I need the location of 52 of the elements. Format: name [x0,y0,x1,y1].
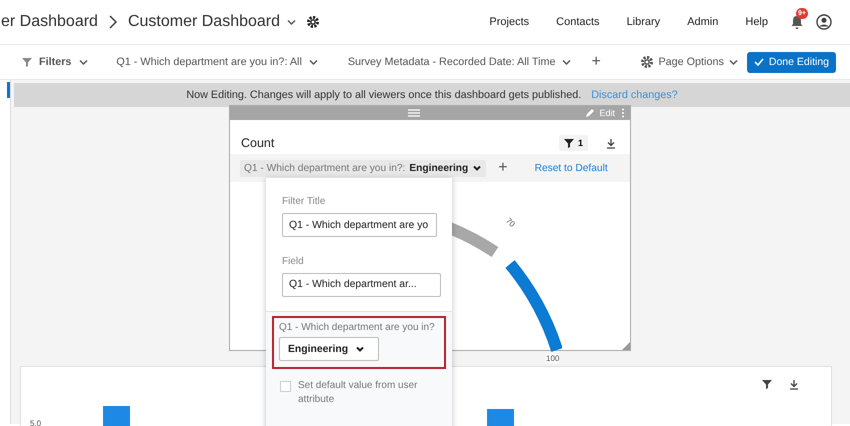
axis-label: 5.0 [30,419,42,426]
filter-dropdown[interactable]: Survey Metadata - Recorded Date: All Time [348,56,572,68]
gauge-tick-label: 70 [504,216,517,229]
user-avatar-icon [816,14,832,30]
field-label: Filter Title [282,196,326,207]
breadcrumb-link[interactable]: er Dashboard [1,13,98,31]
gear-icon [640,55,654,69]
field-select[interactable]: Q1 - Which department ar... [282,273,441,297]
caret-icon [561,57,572,67]
nav-link[interactable]: Library [626,16,660,28]
nav-link[interactable]: Projects [489,16,530,28]
add-filter-button[interactable]: + [498,159,508,177]
banner-text: Now Editing. Changes will apply to all viewers once this dashboard gets published. [186,89,582,101]
checkmark-icon [754,57,764,67]
filter-title-input[interactable]: Q1 - Which department are yo [282,213,437,237]
caret-icon [355,344,366,354]
bell-icon [790,14,804,30]
nav-link[interactable]: Contacts [556,16,600,28]
more-options-icon [621,108,625,118]
caret-icon [308,57,318,67]
field-label: Field [282,256,305,267]
filters-button[interactable]: Filters [22,56,88,68]
done-editing-button[interactable]: Done Editing [746,52,836,72]
drag-handle-icon [408,109,420,117]
widget-title: Count [241,136,274,150]
caret-icon [286,17,296,27]
download-icon [606,138,616,148]
checkbox[interactable] [280,381,291,392]
filter-icon [22,57,32,67]
reset-to-default-link[interactable]: Reset to Default [534,162,608,174]
nav-link[interactable]: Help [745,16,768,28]
checkbox-label: Set default value from user attribute [298,379,419,407]
page-options-button[interactable]: Page Options [640,55,738,69]
filter-icon [762,379,772,389]
value-dropdown[interactable]: Engineering [279,337,379,361]
gear-icon [306,15,320,29]
download-icon [789,379,799,390]
breadcrumb-link[interactable]: Customer Dashboard [128,13,280,31]
filter-count-button[interactable]: 1 [558,135,588,151]
chevron-right-icon [108,15,118,29]
gauge-tick-label: 100 [546,354,560,363]
nav-link[interactable]: Admin [687,16,718,28]
caret-icon [728,57,738,67]
filter-chip[interactable]: Q1 - Which department are you in?: Engineering [240,160,486,176]
caret-icon [78,57,88,67]
question-label: Q1 - Which department are you in? [279,321,436,334]
add-filter-button[interactable]: + [591,53,601,71]
sidebar-active-marker [7,82,10,98]
caret-icon [472,163,482,173]
resize-handle-icon [622,342,630,350]
filter-icon [564,138,574,148]
filter-dropdown[interactable]: Q1 - Which department are you in?: All [116,56,318,68]
